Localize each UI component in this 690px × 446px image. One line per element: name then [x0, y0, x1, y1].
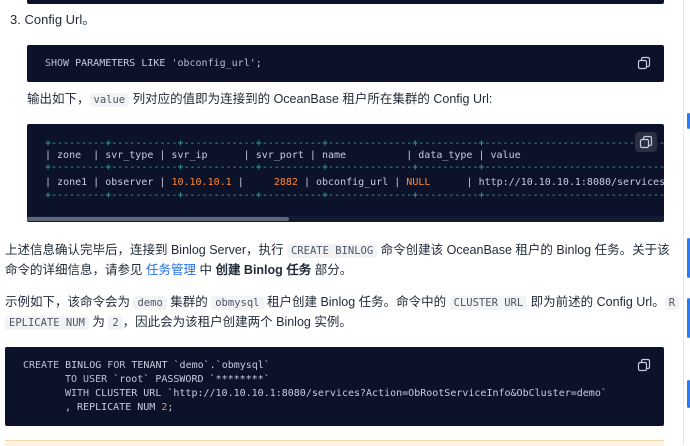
cell-svr-type: observer	[105, 177, 153, 188]
code-text: , REPLICATE NUM	[65, 402, 161, 413]
table-header: | zone | svr_type | svr_ip | svr_port | …	[45, 150, 521, 161]
table-border-bottom: +---------+-----------+------------+----…	[45, 190, 664, 201]
table-border-mid: +---------+-----------+------------+----…	[45, 162, 664, 173]
copy-icon	[637, 56, 651, 70]
cell-svr-ip: 10.10.10.1	[171, 177, 231, 188]
inline-code-value: value	[90, 93, 130, 107]
table-border-top: +---------+-----------+------------+----…	[45, 138, 664, 149]
copy-icon	[639, 135, 653, 149]
copy-button[interactable]	[633, 355, 655, 375]
code-string: 'obconfig_url'	[171, 58, 255, 69]
code-keyword: TO USER	[65, 374, 107, 385]
code-text: PARAMETERS LIKE	[69, 58, 171, 69]
code-keyword: WITH	[65, 388, 89, 399]
paragraph-output: 输出如下，value 列对应的值即为连接到的 OceanBase 租户所在集群的…	[27, 89, 492, 110]
text: 命令创建该 OceanBase 租户的 Binlog 任务。关于该	[377, 243, 669, 257]
cell-zone: zone1	[57, 177, 87, 188]
text: 中	[196, 263, 215, 277]
code-text: CLUSTER URL `http://10.10.10.1:8080/serv…	[89, 388, 607, 399]
cell-name: obconfig_url	[316, 177, 388, 188]
code-keyword: CREATE	[23, 360, 59, 371]
text: 示例如下，该命令会为	[5, 295, 133, 309]
link-task-management[interactable]: 任务管理	[146, 263, 196, 277]
text: 命令的详细信息，请参见	[5, 263, 146, 277]
text: 列对应的值即为连接到的 OceanBase 租户所在集群的 Config Url…	[129, 92, 492, 106]
page-divider	[683, 0, 684, 445]
text: 部分。	[311, 263, 352, 277]
code-block-create-binlog: CREATE BINLOG FOR TENANT `demo`.`obmysql…	[5, 347, 664, 426]
code-block-output-table: +---------+-----------+------------+----…	[27, 124, 664, 222]
code-text: TENANT `demo`.`obmysql`	[125, 360, 270, 371]
copy-button[interactable]	[635, 132, 657, 152]
inline-code-obmysql: obmysql	[211, 296, 263, 310]
code-keyword: SHOW	[45, 58, 69, 69]
code-text: ;	[167, 402, 173, 413]
code-keyword: FOR	[107, 360, 125, 371]
scrollbar-thumb[interactable]	[27, 217, 289, 221]
inline-code-replicate-num-part2: EPLICATE NUM	[5, 316, 89, 330]
code-block-show-parameters: SHOW PARAMETERS LIKE 'obconfig_url';	[27, 45, 664, 82]
text: ，因此会为该租户创建两个 Binlog 实例。	[123, 315, 352, 329]
code-line: WITH CLUSTER URL `http://10.10.10.1:8080…	[65, 388, 607, 399]
code-text: ;	[256, 58, 262, 69]
code-line: TO USER `root` PASSWORD `********`	[65, 374, 270, 385]
code-block-previous	[27, 0, 664, 4]
inline-code-2: 2	[108, 316, 122, 330]
code-line: CREATE BINLOG FOR TENANT `demo`.`obmysql…	[23, 360, 270, 371]
code-line: , REPLICATE NUM 2;	[65, 402, 173, 413]
cell-svr-port: 2882	[274, 177, 298, 188]
code-line: SHOW PARAMETERS LIKE 'obconfig_url';	[45, 58, 262, 69]
text: 输出如下，	[27, 92, 90, 106]
text: 租户创建 Binlog 任务。命令中的	[264, 295, 450, 309]
step-number: 3.	[10, 12, 21, 27]
step-title: Config Url。	[24, 12, 95, 27]
inline-code-cluster-url: CLUSTER URL	[450, 296, 528, 310]
inline-code-demo: demo	[133, 296, 166, 310]
paragraph-create-binlog-line2: 命令的详细信息，请参见 任务管理 中 创建 Binlog 任务 部分。	[5, 260, 352, 280]
paragraph-example: 示例如下，该命令会为 demo 集群的 obmysql 租户创建 Binlog …	[5, 292, 679, 313]
paragraph-example-line2: EPLICATE NUM 为 2，因此会为该租户创建两个 Binlog 实例。	[5, 312, 352, 333]
code-text: `root` PASSWORD `********`	[107, 374, 270, 385]
text: 为	[89, 315, 108, 329]
notice-box-edge	[5, 440, 664, 446]
cell-data-type: NULL	[406, 177, 430, 188]
text: 即为前述的 Config Url。	[527, 295, 665, 309]
copy-button[interactable]	[633, 53, 655, 73]
inline-code-replicate-num-part1: R	[665, 296, 679, 310]
code-text: BINLOG	[59, 360, 107, 371]
table-row: | zone1 | observer | 10.10.10.1 | 2882 |…	[45, 177, 664, 188]
paragraph-create-binlog: 上述信息确认完毕后，连接到 Binlog Server，执行 CREATE BI…	[5, 240, 670, 261]
inline-code-create-binlog: CREATE BINLOG	[287, 244, 377, 258]
text: 上述信息确认完毕后，连接到 Binlog Server，执行	[5, 243, 287, 257]
bold-create-binlog-task: 创建 Binlog 任务	[215, 263, 311, 277]
step-3-heading: 3. Config Url。	[10, 10, 95, 30]
copy-icon	[637, 358, 651, 372]
cell-value: http://10.10.10.1:8080/services?A	[479, 177, 664, 188]
horizontal-scrollbar[interactable]	[27, 216, 664, 222]
text: 集群的	[167, 295, 211, 309]
